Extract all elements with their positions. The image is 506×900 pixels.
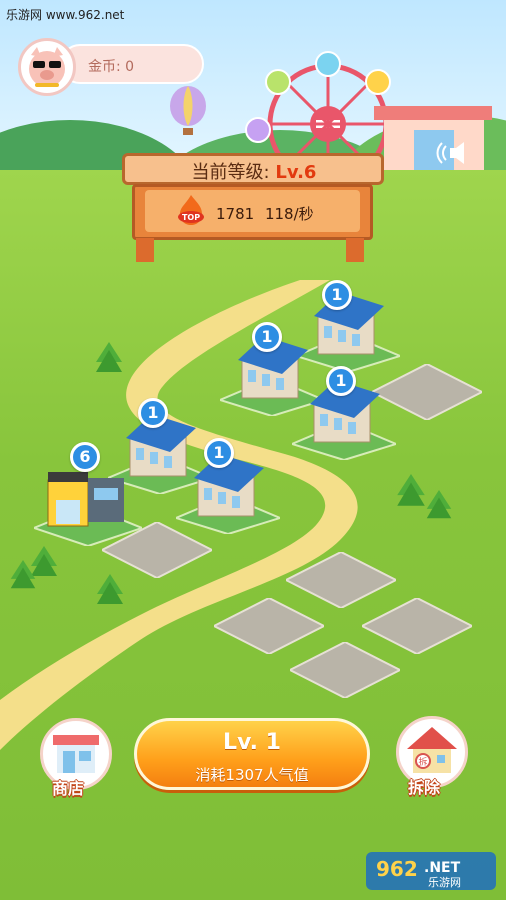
- site-watermark: 乐游网 www.962.net: [6, 8, 125, 22]
- logo-number: 962: [376, 857, 418, 881]
- carnival-booth-decoration: [374, 106, 492, 170]
- game-stage: 1 1 1 1 1 6 乐游网 www.962.net 金币: 0 当前等级: …: [0, 0, 506, 900]
- building-level-badge: 1: [204, 438, 234, 468]
- demolish-button-label: 拆除: [408, 778, 441, 797]
- tree-icon: [97, 574, 123, 604]
- shop-button-label: 商店: [52, 779, 85, 798]
- speaker-sound-icon[interactable]: [436, 138, 476, 168]
- tree-icon: [10, 560, 36, 589]
- logo-suffix: .NET: [424, 860, 461, 876]
- popularity-value: 1781: [216, 205, 255, 223]
- building-level-badge: 1: [326, 366, 356, 396]
- tree-icon: [96, 342, 122, 372]
- building-level-badge: 6: [70, 442, 100, 472]
- coin-counter-label: 金币: 0: [88, 59, 135, 75]
- level-value: Lv.6: [275, 162, 317, 183]
- hot-air-balloon-decoration: [170, 86, 206, 135]
- fire-top-icon: TOP: [178, 195, 204, 225]
- player-avatar[interactable]: [18, 38, 76, 96]
- logo-caption: 乐游网: [428, 876, 461, 889]
- board-leg: [136, 238, 154, 262]
- board-leg: [346, 238, 364, 262]
- demolish-badge-text: 拆: [418, 756, 427, 768]
- pig-with-sunglasses-icon: [29, 47, 65, 87]
- 962-net-logo-icon: 962 .NET 乐游网: [366, 852, 496, 890]
- building-level-badge: 1: [252, 322, 282, 352]
- level-banner-text: 当前等级: Lv.6: [132, 158, 376, 184]
- empty-lot[interactable]: [290, 642, 400, 698]
- level-title-prefix: 当前等级:: [191, 162, 270, 183]
- top-badge-text: TOP: [182, 213, 200, 222]
- tree-icon: [426, 490, 452, 519]
- popularity-rate: 118/秒: [264, 205, 314, 223]
- upgrade-button-cost: 消耗1307人气值: [195, 766, 309, 784]
- popularity-readout: 1781 118/秒: [216, 203, 314, 224]
- site-logo: 962 .NET 乐游网: [366, 850, 496, 892]
- building-level-badge: 1: [138, 398, 168, 428]
- tree-icon: [397, 474, 425, 506]
- building-level-badge: 1: [322, 280, 352, 310]
- upgrade-button-title: Lv. 1: [223, 730, 281, 755]
